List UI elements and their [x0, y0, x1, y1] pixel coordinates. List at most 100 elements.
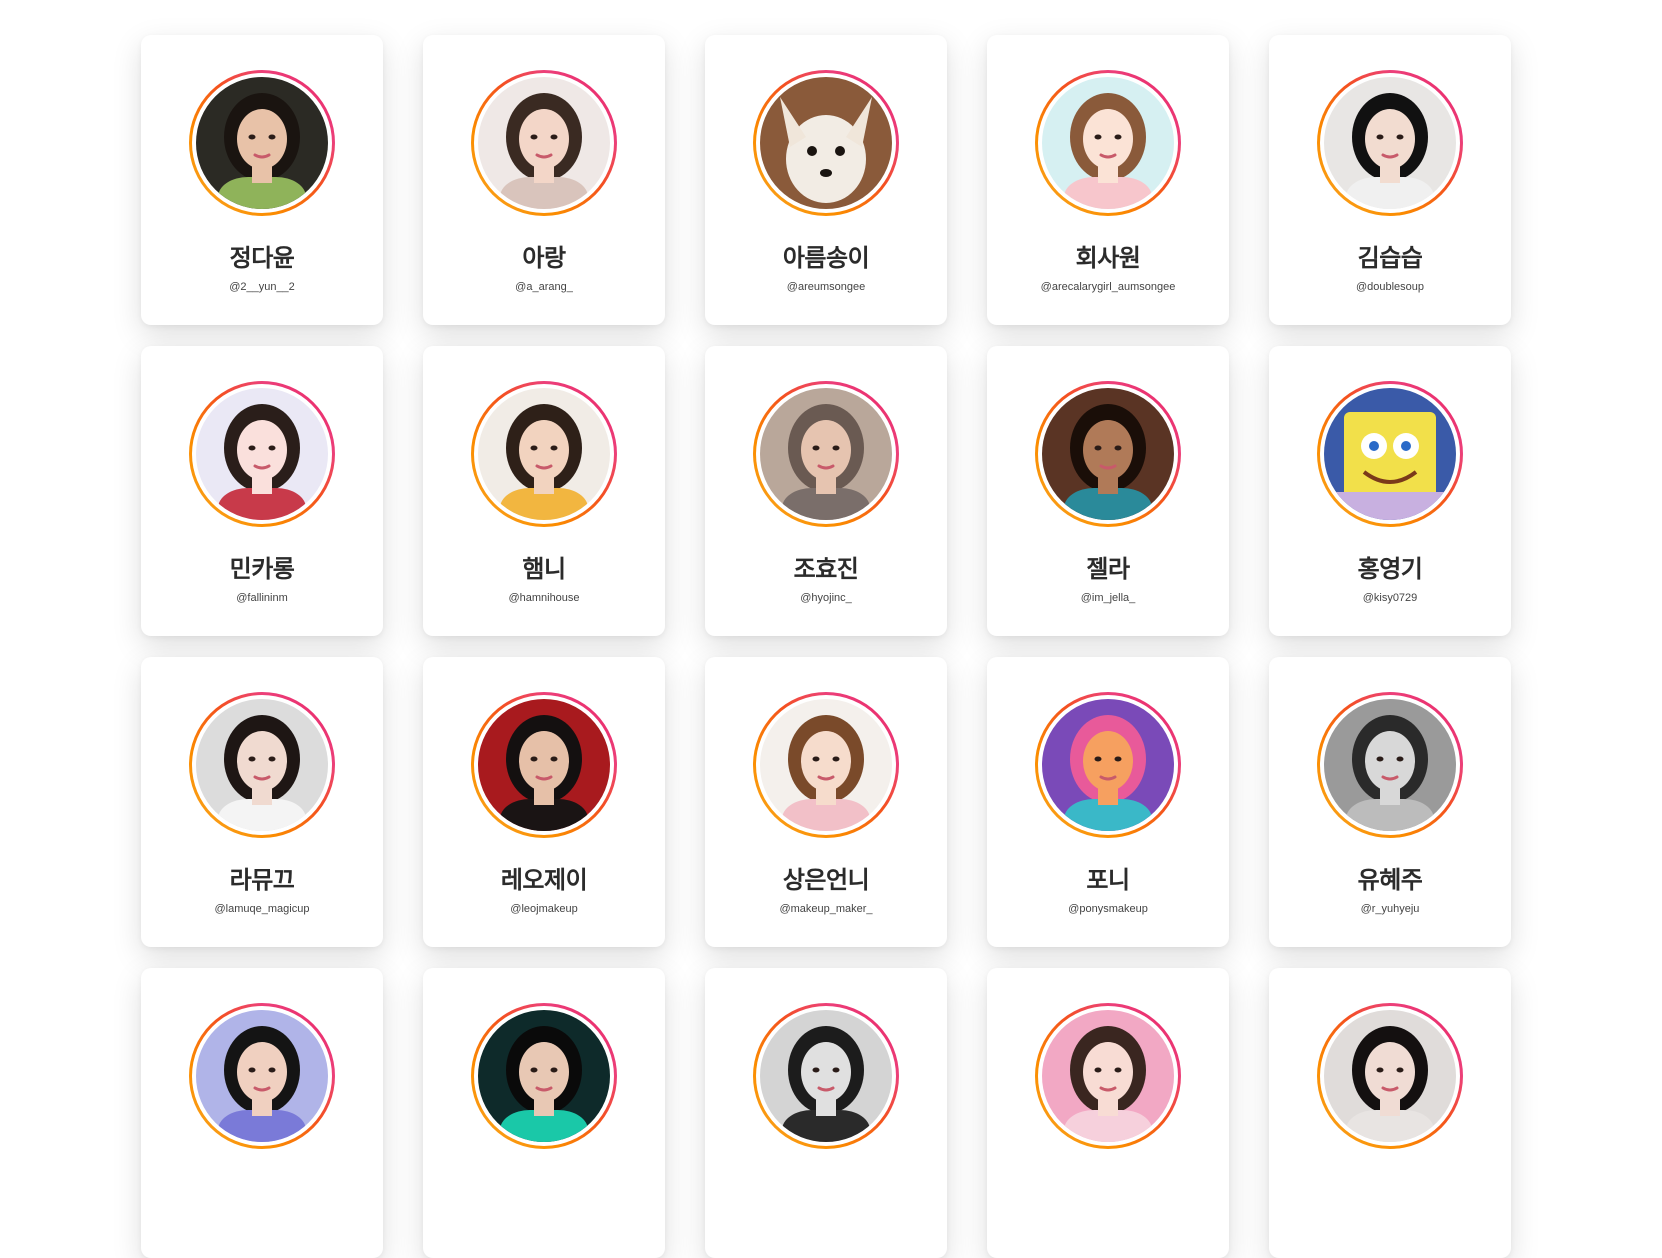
eye-right — [832, 756, 840, 762]
avatar[interactable] — [196, 1010, 328, 1142]
face — [801, 1042, 851, 1102]
portrait-photo-icon — [760, 699, 892, 831]
creator-card[interactable]: 레오제이 @leojmakeup — [423, 657, 665, 947]
face — [1083, 109, 1133, 169]
avatar[interactable] — [760, 699, 892, 831]
creator-name: 햄니 — [522, 555, 566, 583]
creator-name: 정다윤 — [229, 244, 295, 272]
creator-card[interactable]: 홍영기 @kisy0729 — [1269, 346, 1511, 636]
avatar[interactable] — [1042, 1010, 1174, 1142]
creator-card[interactable]: 조효진 @hyojinc_ — [705, 346, 947, 636]
creator-card[interactable] — [987, 968, 1229, 1258]
portrait-photo-icon — [1324, 77, 1456, 209]
avatar[interactable] — [478, 699, 610, 831]
face — [519, 731, 569, 791]
avatar-story-ring — [1317, 381, 1463, 527]
avatar-story-ring — [471, 381, 617, 527]
cartoon-sponge-icon — [1324, 388, 1456, 520]
avatar[interactable] — [478, 77, 610, 209]
avatar-story-ring — [189, 1003, 335, 1149]
avatar-story-ring — [753, 1003, 899, 1149]
creator-name: 회사원 — [1075, 244, 1141, 272]
eye-left — [248, 1067, 256, 1073]
face — [237, 109, 287, 169]
creator-card[interactable]: 회사원 @arecalarygirl_aumsongee — [987, 35, 1229, 325]
avatar[interactable] — [760, 388, 892, 520]
avatar[interactable] — [1042, 699, 1174, 831]
creator-card[interactable] — [141, 968, 383, 1258]
creator-handle: @r_yuhyeju — [1360, 903, 1420, 915]
creator-handle: @hamnihouse — [508, 592, 580, 604]
fox-nose — [820, 169, 832, 177]
eye-right — [1114, 1067, 1122, 1073]
avatar[interactable] — [1324, 77, 1456, 209]
creator-card[interactable]: 유혜주 @r_yuhyeju — [1269, 657, 1511, 947]
creator-name: 라뮤끄 — [229, 866, 295, 894]
creator-card[interactable]: 상은언니 @makeup_maker_ — [705, 657, 947, 947]
eye-right — [550, 756, 558, 762]
avatar[interactable] — [1324, 1010, 1456, 1142]
avatar[interactable] — [196, 699, 328, 831]
avatar-story-ring — [1035, 70, 1181, 216]
creator-card[interactable]: 민카롱 @fallininm — [141, 346, 383, 636]
avatar-story-ring — [753, 381, 899, 527]
portrait-render-icon — [196, 1010, 328, 1142]
avatar[interactable] — [196, 77, 328, 209]
creator-card[interactable]: 포니 @ponysmakeup — [987, 657, 1229, 947]
face — [1083, 420, 1133, 480]
creator-card[interactable] — [1269, 968, 1511, 1258]
creator-card[interactable]: 아랑 @a_arang_ — [423, 35, 665, 325]
sponge-pupil-left — [1369, 441, 1379, 451]
avatar-story-ring — [189, 692, 335, 838]
avatar[interactable] — [1324, 699, 1456, 831]
creator-card[interactable]: 아름송이 @areumsongee — [705, 35, 947, 325]
creator-card[interactable]: 라뮤끄 @lamuqe_magicup — [141, 657, 383, 947]
avatar[interactable] — [478, 388, 610, 520]
face — [801, 731, 851, 791]
eye-left — [530, 445, 538, 451]
face — [237, 731, 287, 791]
creator-handle: @makeup_maker_ — [779, 903, 873, 915]
eye-right — [1114, 134, 1122, 140]
creator-card[interactable]: 김습습 @doublesoup — [1269, 35, 1511, 325]
avatar-frame — [192, 384, 332, 524]
portrait-photo-icon — [1324, 1010, 1456, 1142]
avatar-frame — [1038, 1006, 1178, 1146]
avatar-frame — [192, 1006, 332, 1146]
eye-left — [248, 134, 256, 140]
eye-left — [530, 756, 538, 762]
eye-left — [530, 1067, 538, 1073]
portrait-photo-icon — [196, 77, 328, 209]
creator-handle: @arecalarygirl_aumsongee — [1040, 281, 1176, 293]
creator-handle: @fallininm — [236, 592, 288, 604]
avatar[interactable] — [760, 1010, 892, 1142]
creator-card[interactable] — [705, 968, 947, 1258]
eye-right — [268, 756, 276, 762]
creator-handle: @areumsongee — [786, 281, 866, 293]
avatar-frame — [756, 384, 896, 524]
avatar[interactable] — [1042, 77, 1174, 209]
avatar[interactable] — [1042, 388, 1174, 520]
avatar-story-ring — [1317, 70, 1463, 216]
avatar-frame — [756, 695, 896, 835]
portrait-photo-bw-icon — [1324, 699, 1456, 831]
avatar[interactable] — [760, 77, 892, 209]
creator-handle: @doublesoup — [1355, 281, 1425, 293]
avatar[interactable] — [478, 1010, 610, 1142]
avatar-frame — [1038, 695, 1178, 835]
creator-card[interactable]: 햄니 @hamnihouse — [423, 346, 665, 636]
creator-name: 아름송이 — [782, 244, 870, 272]
eye-left — [1094, 756, 1102, 762]
creator-card[interactable] — [423, 968, 665, 1258]
avatar-frame — [474, 73, 614, 213]
eye-right — [550, 1067, 558, 1073]
face — [801, 420, 851, 480]
creator-card[interactable]: 젤라 @im_jella_ — [987, 346, 1229, 636]
avatar[interactable] — [196, 388, 328, 520]
creator-card[interactable]: 정다윤 @2__yun__2 — [141, 35, 383, 325]
portrait-render-icon — [478, 1010, 610, 1142]
creator-name: 김습습 — [1357, 244, 1423, 272]
avatar[interactable] — [1324, 388, 1456, 520]
face — [237, 1042, 287, 1102]
portrait-with-dog-photo-icon — [760, 388, 892, 520]
